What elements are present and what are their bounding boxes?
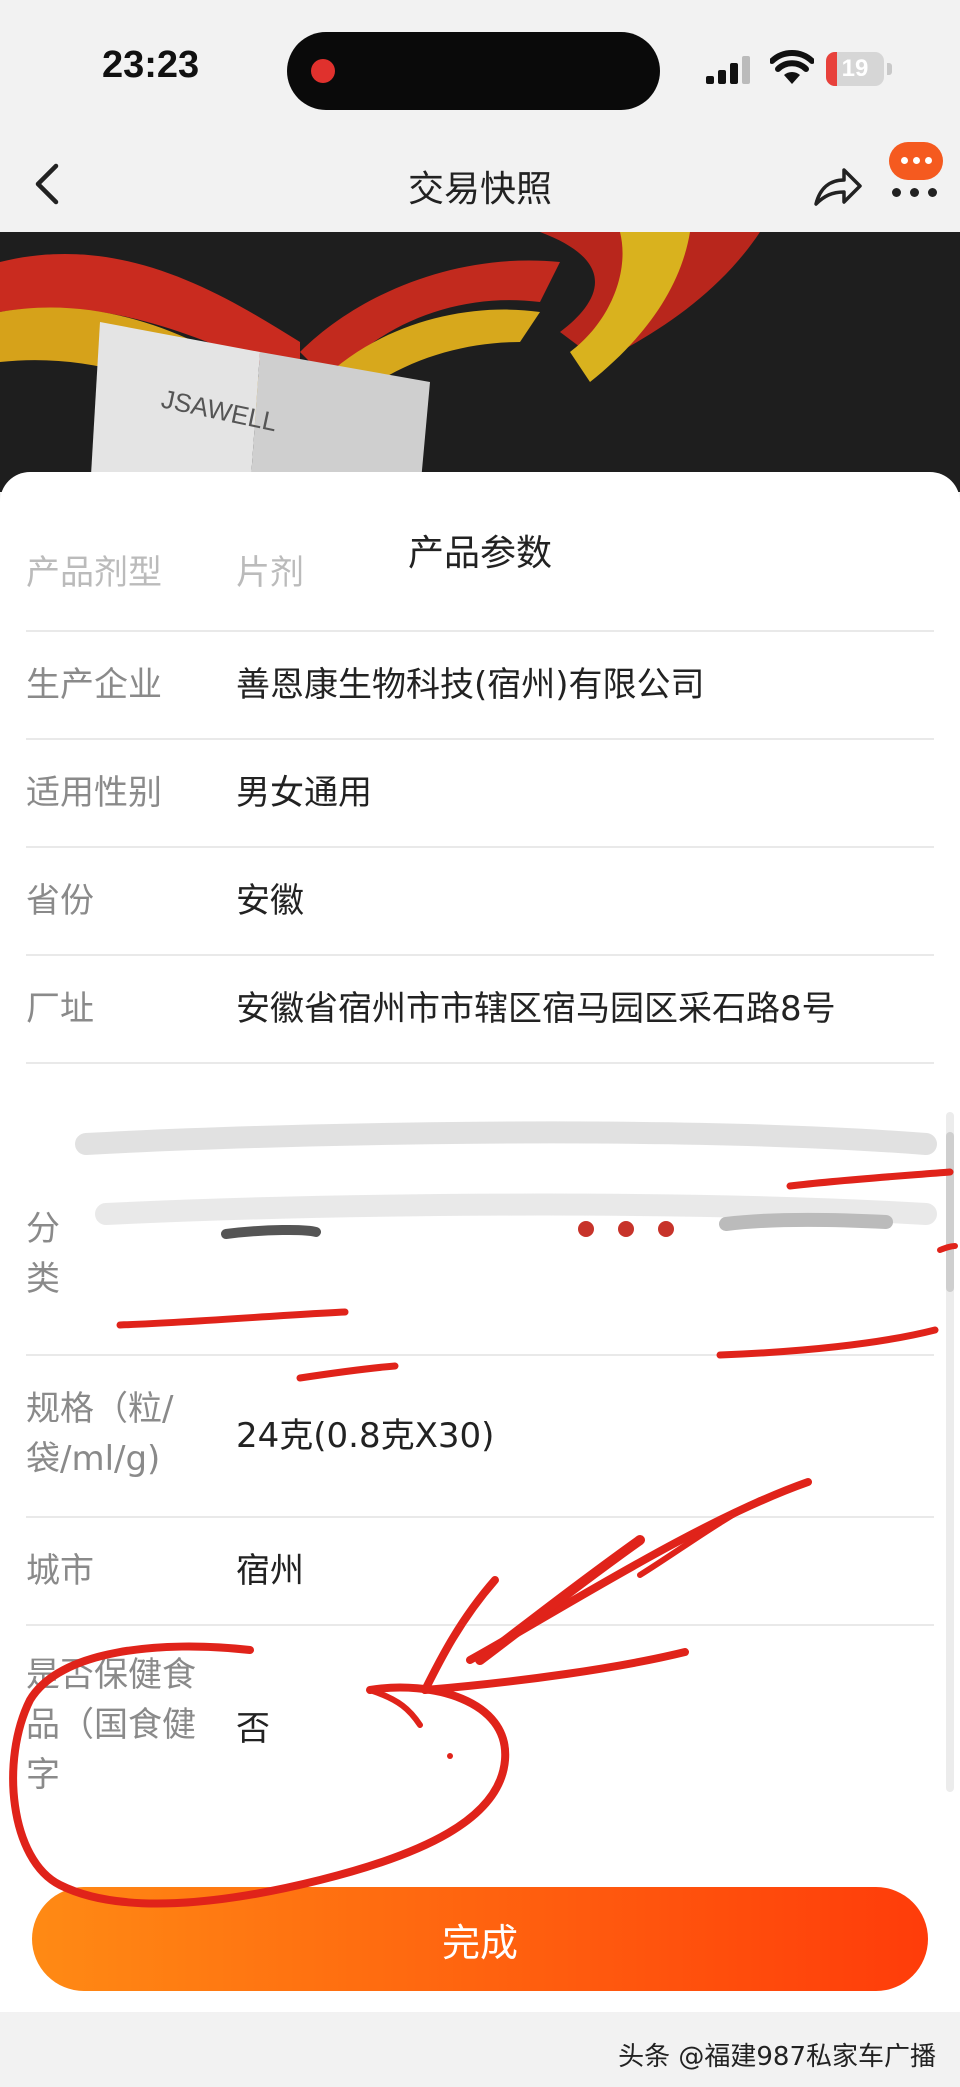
product-hero-image: JSAWELL: [0, 232, 960, 492]
param-row-spec: 规格（粒/袋/ml/g) 24克(0.8克X30): [26, 1356, 934, 1518]
scrollbar-thumb[interactable]: [946, 1132, 954, 1292]
param-row-city: 城市 宿州: [26, 1518, 934, 1626]
param-label: 省份: [26, 881, 94, 921]
param-value: 男女通用: [236, 773, 372, 813]
param-label: 是否保健食品（国食健字: [26, 1655, 196, 1795]
params-list[interactable]: 产品剂型 片剂 生产企业 善恩康生物科技(宿州)有限公司 适用性别 男女通用 省…: [26, 553, 937, 1826]
param-label: 规格（粒/袋/ml/g): [26, 1389, 174, 1479]
battery-level: 19: [841, 55, 869, 82]
param-row-factory-address: 厂址 安徽省宿州市市辖区宿马园区采石路8号: [26, 956, 934, 1064]
param-value: 片剂: [236, 553, 304, 593]
status-bar: 23:23 19: [0, 0, 960, 140]
param-value: 安徽: [236, 881, 304, 921]
param-row-province: 省份 安徽: [26, 848, 934, 956]
redacted-scribble: [66, 1104, 946, 1284]
param-label: 城市: [26, 1551, 94, 1591]
share-icon[interactable]: [812, 160, 864, 210]
param-row-category: 分类: [26, 1064, 937, 1356]
cellular-signal-icon: [706, 56, 750, 84]
param-row-health-food: 是否保健食品（国食健字 否: [26, 1626, 934, 1826]
param-value: 24克(0.8克X30): [236, 1416, 495, 1456]
nav-bar: 交易快照: [0, 140, 960, 232]
param-row-manufacturer: 生产企业 善恩康生物科技(宿州)有限公司: [26, 632, 934, 740]
param-label: 分类: [26, 1209, 60, 1299]
param-value: 宿州: [236, 1551, 304, 1591]
dynamic-island: [287, 32, 660, 110]
param-value: 善恩康生物科技(宿州)有限公司: [236, 665, 705, 705]
param-value: 否: [236, 1709, 270, 1749]
more-menu-icon[interactable]: [886, 140, 952, 200]
product-params-sheet: 产品参数 产品剂型 片剂 生产企业 善恩康生物科技(宿州)有限公司 适用性别 男…: [0, 472, 960, 2012]
param-label: 生产企业: [26, 665, 162, 705]
wifi-icon: [770, 50, 814, 84]
status-time: 23:23: [102, 44, 200, 86]
battery-icon: 19: [826, 52, 892, 86]
param-row-partial: 产品剂型 片剂: [26, 553, 934, 632]
param-label: 适用性别: [26, 773, 162, 813]
done-button[interactable]: 完成: [32, 1887, 928, 1991]
param-value: 安徽省宿州市市辖区宿马园区采石路8号: [236, 989, 836, 1029]
watermark: 头条 @福建987私家车广播: [618, 2042, 936, 2072]
param-label: 厂址: [26, 989, 94, 1029]
param-row-gender: 适用性别 男女通用: [26, 740, 934, 848]
product-photo: JSAWELL: [0, 232, 960, 492]
recording-indicator-icon: [311, 59, 335, 83]
param-label: 产品剂型: [26, 553, 162, 593]
